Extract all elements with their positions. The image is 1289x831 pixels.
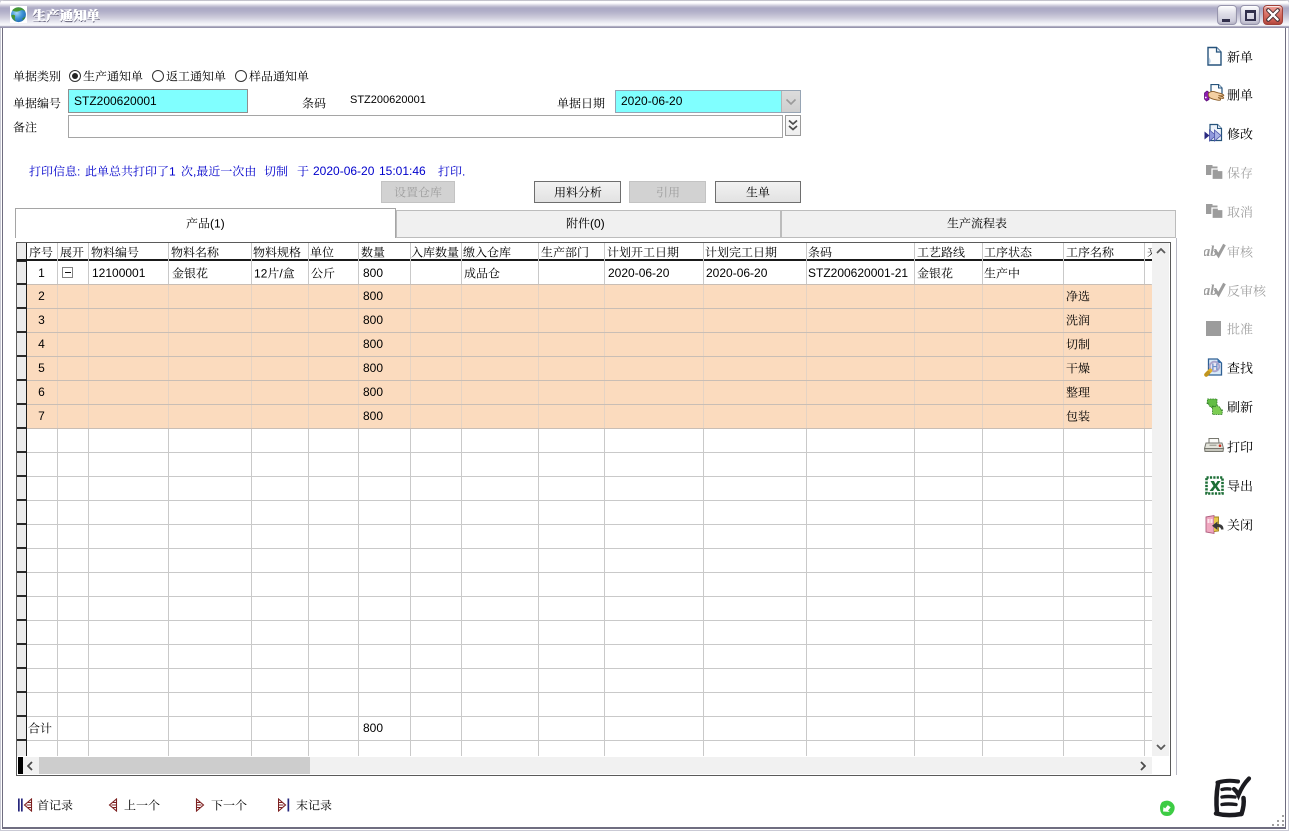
svg-text:H: H bbox=[1212, 362, 1219, 372]
